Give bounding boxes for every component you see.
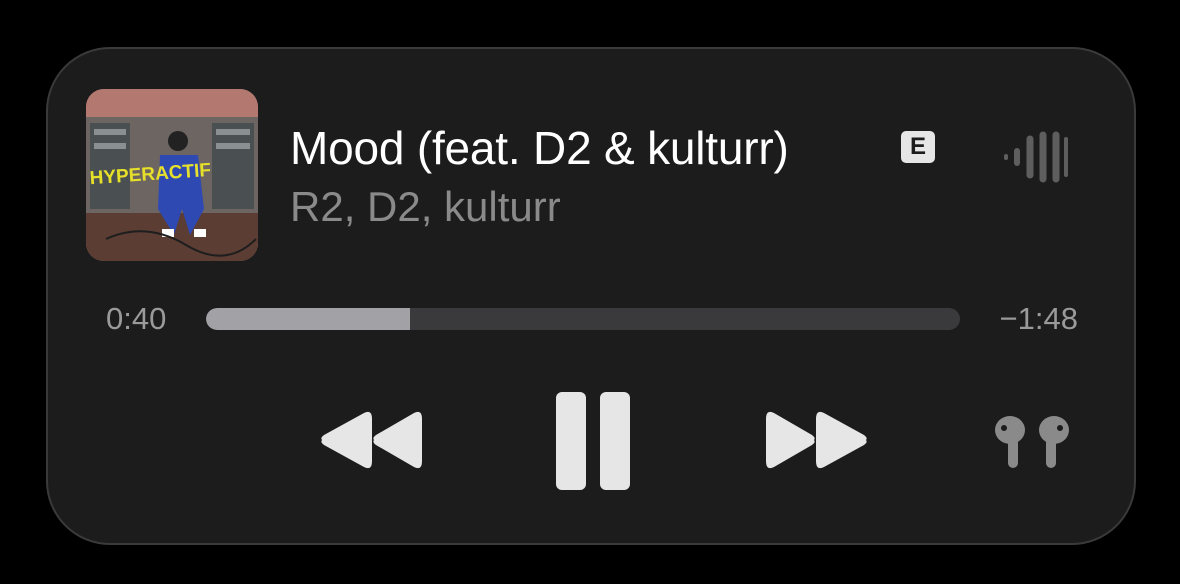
pause-icon[interactable] (554, 390, 632, 492)
forward-icon[interactable] (762, 409, 870, 471)
album-artwork[interactable]: HYPERACTIF (86, 89, 258, 261)
remaining-time: −1:48 (999, 301, 1078, 336)
now-playing-widget: HYPERACTIF Mood (feat. D2 & kulturr) E R… (46, 47, 1136, 545)
explicit-badge: E (901, 131, 935, 163)
airpods-icon[interactable] (992, 414, 1072, 470)
audio-level-icon (1004, 131, 1068, 183)
track-title: Mood (feat. D2 & kulturr) (290, 122, 789, 174)
elapsed-time: 0:40 (106, 301, 167, 336)
track-artists[interactable]: R2, D2, kulturr (290, 183, 561, 231)
backward-icon[interactable] (318, 409, 426, 471)
progress-scrubber[interactable] (206, 308, 960, 330)
progress-fill (206, 308, 410, 330)
